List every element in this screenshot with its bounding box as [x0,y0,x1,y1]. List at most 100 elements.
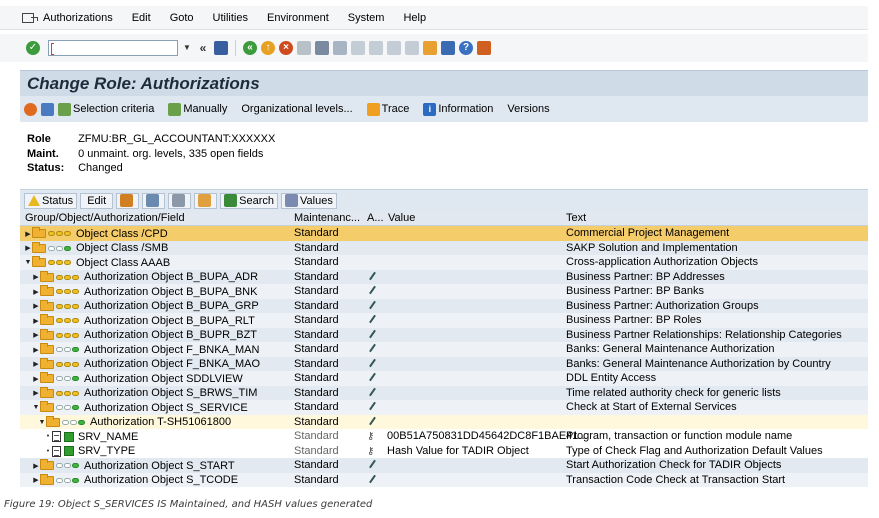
exit-icon[interactable]: ↑ [261,41,275,55]
expand-node-icon[interactable]: ▶ [32,375,40,383]
menu-goto[interactable]: Goto [170,12,194,24]
edit-pencil-icon[interactable] [367,387,376,399]
tree-row[interactable]: • SRV_TYPE Standard ⚷ Hash Value for TAD… [20,443,868,458]
save-icon[interactable] [214,41,228,55]
back-double-icon[interactable]: « [196,41,210,55]
tree-row[interactable]: ▶ Authorization Object B_BUPA_RLT Standa… [20,313,868,328]
edit-pencil-icon[interactable] [367,459,376,471]
edit-pencil-icon[interactable] [367,314,376,326]
edit-pencil-icon[interactable] [367,285,376,297]
print-tree-button[interactable] [168,192,192,209]
find-next-icon[interactable] [333,41,347,55]
help-icon[interactable]: ? [459,41,473,55]
command-dropdown-icon[interactable]: ▼ [182,41,192,55]
edit-pencil-icon[interactable] [367,372,376,384]
expand-node-icon[interactable]: ▶ [32,476,40,484]
edit-pencil-icon[interactable] [367,343,376,355]
ok-icon[interactable]: ✓ [26,41,40,55]
authorization-tree: Group/Object/Authorization/Field Mainten… [20,211,868,487]
trace-icon [366,102,380,116]
shortcut-icon[interactable] [441,41,455,55]
expand-node-icon[interactable]: ▶ [32,346,40,354]
values-button[interactable]: Values [281,192,337,209]
column-header-a[interactable]: A... [367,212,384,224]
edit-button[interactable]: Edit [80,192,114,209]
last-page-icon[interactable] [405,41,419,55]
tree-row[interactable]: ▶ Authorization Object B_BUPA_BNK Standa… [20,284,868,299]
tree-row[interactable]: • SRV_NAME Standard ⚷ 00B51A750831DD4564… [20,429,868,444]
delete-button[interactable] [41,102,56,116]
edit-pencil-icon[interactable] [367,358,376,370]
tree-row[interactable]: ▼ Authorization Object S_SERVICE Standar… [20,400,868,415]
status-button[interactable]: Status [24,192,78,209]
expand-node-icon[interactable]: ▶ [32,317,40,325]
expand-node-icon[interactable]: ▶ [32,302,40,310]
edit-pencil-icon[interactable] [367,474,376,486]
column-header-value[interactable]: Value [388,212,415,224]
command-field[interactable] [48,40,178,56]
edit-pencil-icon[interactable] [367,416,376,428]
column-header-text[interactable]: Text [566,212,586,224]
column-header-maint[interactable]: Maintenanc... [294,212,360,224]
tree-row[interactable]: ▶ Authorization Object SDDLVIEW Standard… [20,371,868,386]
tree-row[interactable]: ▶ Object Class /SMB Standard SAKP Soluti… [20,240,868,255]
selection-criteria-button[interactable]: Selection criteria [58,102,154,116]
expand-node-icon[interactable]: ▶ [32,389,40,397]
column-header-name[interactable]: Group/Object/Authorization/Field [25,212,185,224]
key-edit-icon[interactable]: ⚷ [367,430,378,442]
edit-pencil-icon[interactable] [367,300,376,312]
first-page-icon[interactable] [351,41,365,55]
tree-row[interactable]: ▶ Authorization Object B_BUPA_GRP Standa… [20,298,868,313]
tree-row[interactable]: ▶ Authorization Object S_BRWS_TIM Standa… [20,385,868,400]
collapse-node-icon[interactable]: ▼ [32,404,40,411]
expand-node-icon[interactable]: ▶ [24,244,32,252]
menu-exit-icon[interactable] [22,12,38,23]
manually-button[interactable]: Manually [168,102,227,116]
find-icon[interactable] [315,41,329,55]
layout-icon[interactable] [477,41,491,55]
tree-row[interactable]: ▶ Authorization Object S_START Standard … [20,458,868,473]
expand-node-icon[interactable]: ▶ [32,360,40,368]
collapse-node-icon[interactable]: ▼ [24,259,32,266]
expand-node-icon[interactable]: ▶ [32,288,40,296]
expand-node-icon[interactable]: ▶ [32,331,40,339]
print-icon[interactable] [297,41,311,55]
next-page-icon[interactable] [387,41,401,55]
key-edit-icon[interactable]: ⚷ [367,445,378,457]
tree-row[interactable]: ▶ Authorization Object F_BNKA_MAN Standa… [20,342,868,357]
information-button[interactable]: i Information [423,102,493,116]
menu-authorizations[interactable]: Authorizations [43,12,113,24]
tree-row[interactable]: ▶ Authorization Object B_BUPA_ADR Standa… [20,269,868,284]
back-icon[interactable]: « [243,41,257,55]
edit-pencil-icon[interactable] [367,401,376,413]
cancel-icon[interactable]: × [279,41,293,55]
menu-system[interactable]: System [348,12,385,24]
menu-environment[interactable]: Environment [267,12,329,24]
versions-button[interactable]: Versions [507,103,549,115]
collapse-node-icon[interactable]: ▼ [38,419,46,426]
trace-button[interactable]: Trace [366,102,409,116]
menu-help[interactable]: Help [403,12,426,24]
prev-page-icon[interactable] [369,41,383,55]
tree-row[interactable]: ▼ Object Class AAAB Standard Cross-appli… [20,255,868,270]
expand-node-icon[interactable]: ▶ [24,230,32,238]
collapse-button[interactable] [142,192,166,209]
folder-icon [40,357,54,369]
tree-row[interactable]: ▶ Authorization Object F_BNKA_MAO Standa… [20,356,868,371]
org-levels-button[interactable]: Organizational levels... [241,103,352,115]
expand-node-icon[interactable]: ▶ [32,462,40,470]
menu-edit[interactable]: Edit [132,12,151,24]
expand-button[interactable] [116,192,140,209]
search-button[interactable]: Search [220,192,279,209]
tree-row[interactable]: ▼ Authorization T-SH51061800 Standard [20,414,868,429]
new-session-icon[interactable] [423,41,437,55]
menu-utilities[interactable]: Utilities [213,12,248,24]
edit-pencil-icon[interactable] [367,329,376,341]
other-role-button[interactable] [24,102,39,116]
edit-pencil-icon[interactable] [367,271,376,283]
tree-row[interactable]: ▶ Authorization Object B_BUPR_BZT Standa… [20,327,868,342]
expand-node-icon[interactable]: ▶ [32,273,40,281]
tree-row[interactable]: ▶ Authorization Object S_TCODE Standard … [20,472,868,487]
tree-row[interactable]: ▶ Object Class /CPD Standard Commercial … [20,226,868,241]
layout-button[interactable] [194,192,218,209]
